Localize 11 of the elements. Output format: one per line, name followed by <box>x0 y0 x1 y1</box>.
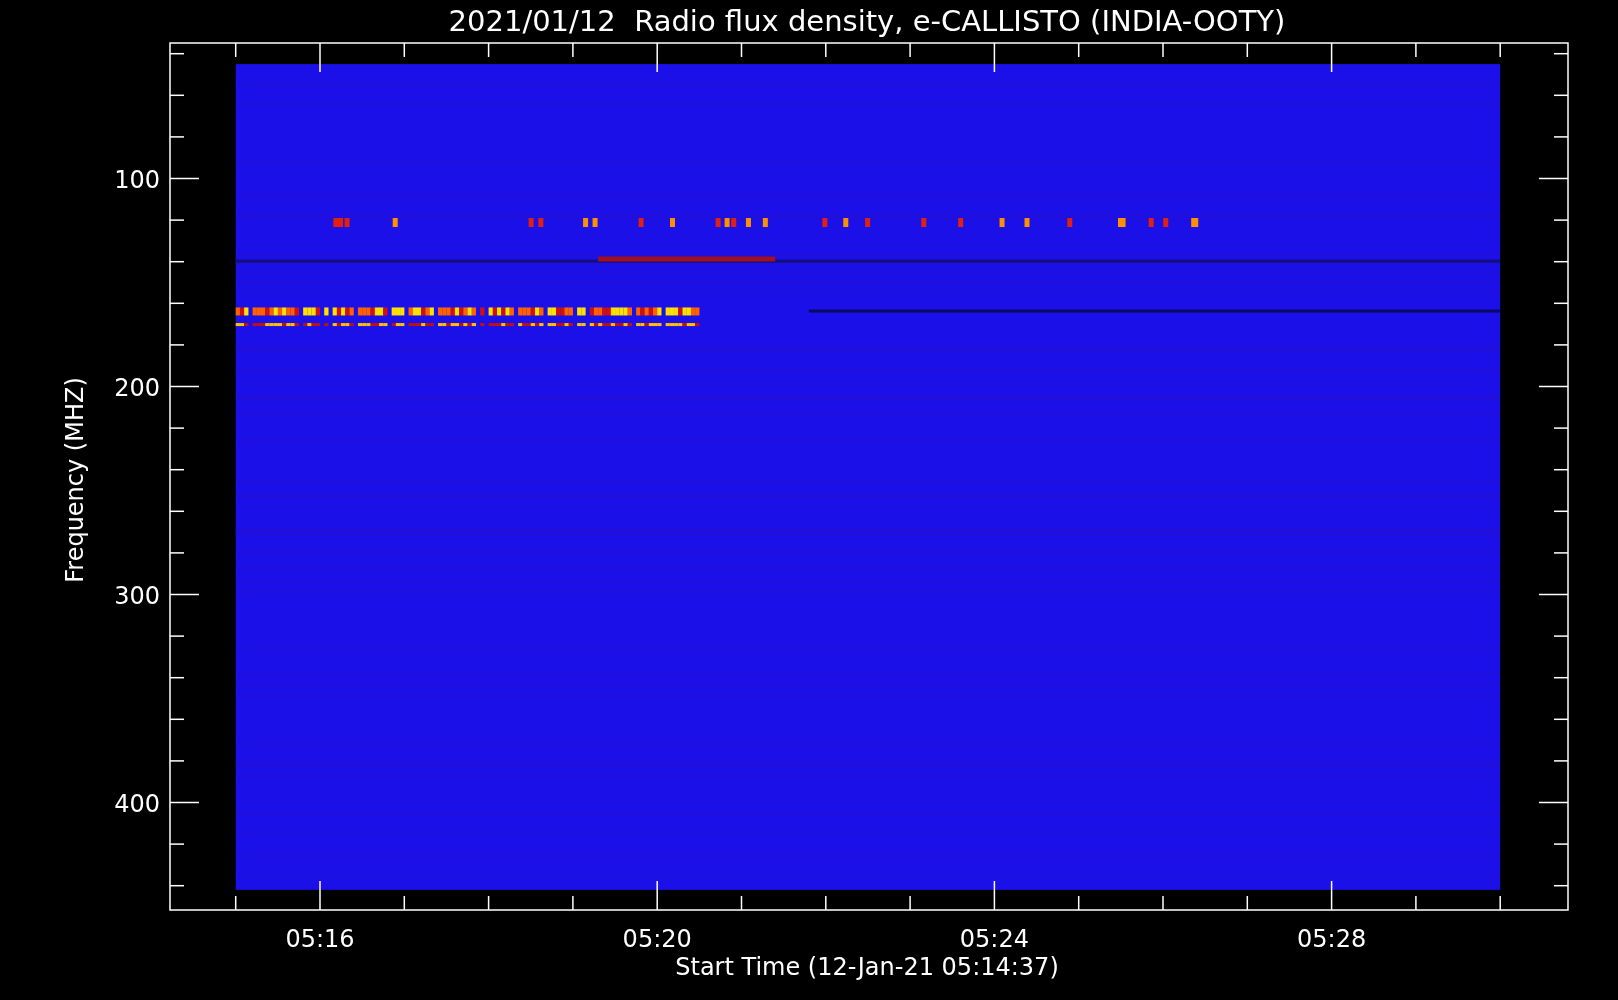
x-tick-label: 05:28 <box>1297 925 1367 953</box>
y-tick-label: 300 <box>114 581 160 610</box>
chart-title: 2021/01/12 Radio flux density, e-CALLISTO (INDIA-OOTY) <box>448 4 1286 38</box>
y-axis-label: Frequency (MHZ) <box>61 377 89 583</box>
x-axis-label: Start Time (12-Jan-21 05:14:37) <box>675 953 1059 981</box>
x-tick-label: 05:24 <box>959 925 1029 953</box>
y-tick-label: 200 <box>114 373 160 402</box>
y-tick-label: 400 <box>114 789 160 818</box>
x-tick-label: 05:16 <box>285 925 355 953</box>
y-tick-label: 100 <box>114 165 160 194</box>
x-tick-label: 05:20 <box>622 925 692 953</box>
